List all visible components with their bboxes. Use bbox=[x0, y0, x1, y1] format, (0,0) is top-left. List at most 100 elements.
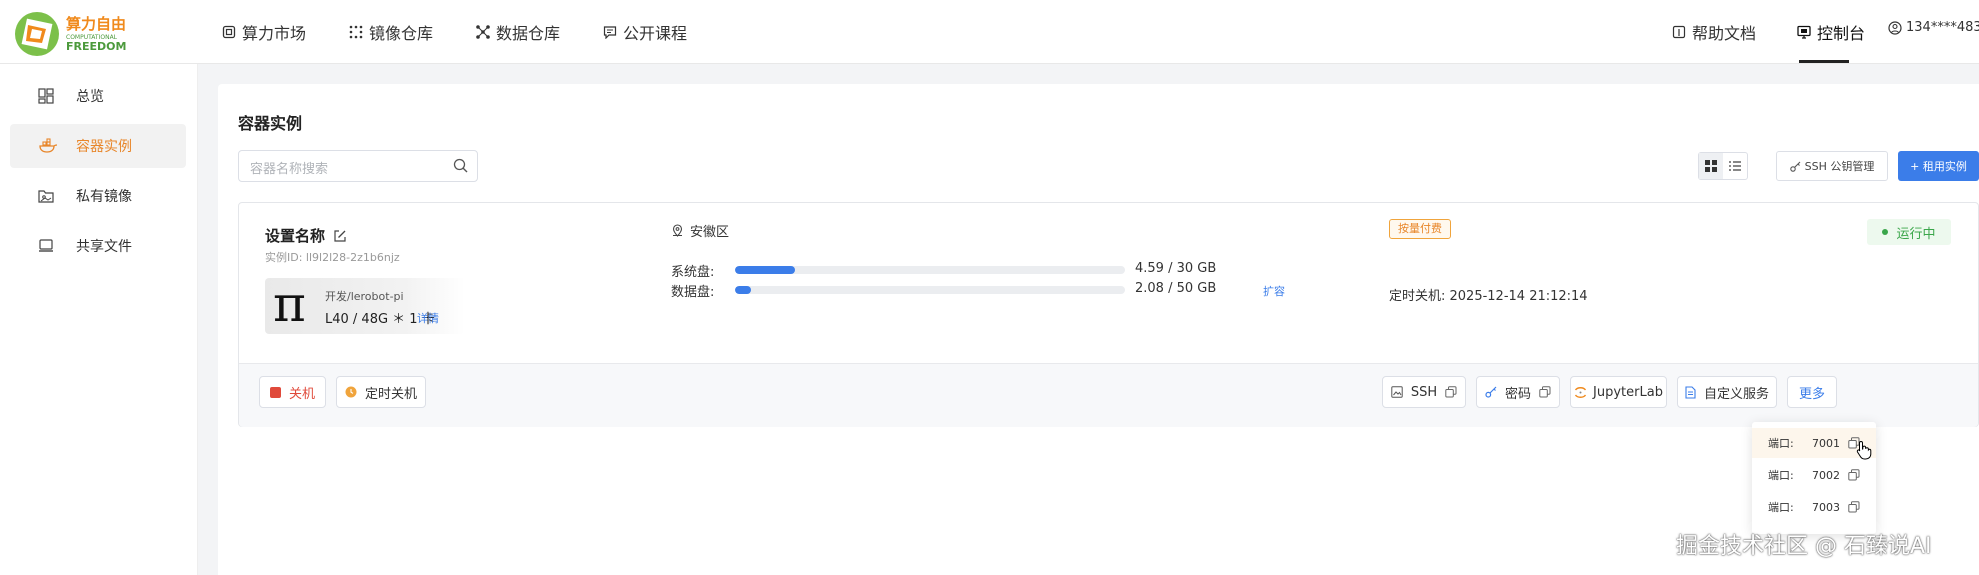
search-placeholder: 容器名称搜索 bbox=[250, 162, 329, 177]
jupyter-icon bbox=[1574, 386, 1587, 398]
sidebar-item-containers[interactable]: 容器实例 bbox=[10, 124, 186, 168]
custom-service-button[interactable]: 自定义服务 bbox=[1677, 376, 1777, 408]
system-disk-label: 系统盘: bbox=[671, 265, 715, 280]
nav-label: 控制台 bbox=[1817, 24, 1866, 43]
active-nav-indicator bbox=[1799, 60, 1849, 63]
search-icon[interactable] bbox=[453, 158, 468, 173]
nav-label: 镜像仓库 bbox=[369, 24, 434, 43]
timer-shutdown-button[interactable]: 定时关机 bbox=[336, 376, 426, 408]
status-badge: 运行中 bbox=[1867, 219, 1951, 245]
image-name: 开发/lerobot-pi bbox=[325, 290, 404, 303]
list-icon bbox=[1729, 161, 1741, 171]
port-label: 端口: bbox=[1768, 501, 1794, 514]
port-item[interactable]: 端口: 7003 bbox=[1752, 492, 1876, 522]
port-item[interactable]: 端口: 7002 bbox=[1752, 460, 1876, 490]
sidebar-item-private-images[interactable]: 私有镜像 bbox=[10, 174, 186, 218]
password-label: 密码 bbox=[1504, 386, 1531, 402]
port-dropdown: 端口: 7001 端口: 7002 端口: 7003 bbox=[1752, 422, 1876, 534]
instance-id: 实例ID: ll9l2l28-2z1b6njz bbox=[265, 251, 400, 264]
top-header: 算力自由 COMPUTATIONAL FREEDOM 算力市场 镜像仓库 数据仓… bbox=[0, 0, 1979, 64]
list-view-button[interactable] bbox=[1723, 153, 1747, 179]
hand-cursor-icon bbox=[1856, 440, 1872, 460]
more-button[interactable]: 更多 bbox=[1787, 376, 1837, 408]
nav-data-repo[interactable]: 数据仓库 bbox=[476, 20, 560, 44]
ssh-key-manage-label: SSH 公钥管理 bbox=[1804, 160, 1875, 173]
data-disk-value: 2.08 / 50 GB bbox=[1135, 281, 1217, 296]
main-panel: 容器实例 容器名称搜索 SSH 公钥管理 + 租用实例 设置名称 实例ID: l… bbox=[218, 84, 1979, 575]
instance-card: 设置名称 实例ID: ll9l2l28-2z1b6njz π 开发/lerobo… bbox=[238, 202, 1979, 427]
nav-compute-market[interactable]: 算力市场 bbox=[222, 20, 306, 44]
container-icon bbox=[38, 138, 58, 154]
logo[interactable]: 算力自由 COMPUTATIONAL FREEDOM bbox=[14, 11, 126, 57]
copy-icon[interactable] bbox=[1848, 501, 1860, 513]
watermark: 掘金技术社区 @ 石臻说AI bbox=[1676, 534, 1932, 559]
jupyterlab-label: JupyterLab bbox=[1593, 384, 1663, 400]
data-disk-label: 数据盘: bbox=[671, 285, 715, 300]
stop-icon bbox=[269, 386, 281, 398]
status-dot-icon bbox=[1882, 229, 1889, 235]
port-value: 7001 bbox=[1812, 436, 1840, 450]
sidebar-item-label: 私有镜像 bbox=[76, 189, 132, 205]
sidebar-item-label: 总览 bbox=[76, 89, 104, 105]
custom-service-label: 自定义服务 bbox=[1703, 386, 1769, 402]
page-title: 容器实例 bbox=[238, 114, 303, 133]
status-label: 运行中 bbox=[1896, 226, 1936, 242]
ssh-button[interactable]: SSH bbox=[1382, 376, 1466, 408]
search-input[interactable]: 容器名称搜索 bbox=[238, 150, 478, 182]
ssh-key-manage-button[interactable]: SSH 公钥管理 bbox=[1776, 151, 1888, 181]
system-disk-fill bbox=[735, 266, 795, 274]
nav-console[interactable]: 控制台 bbox=[1797, 20, 1865, 44]
clock-icon bbox=[345, 386, 357, 398]
edit-icon[interactable] bbox=[333, 229, 347, 243]
nav-courses[interactable]: 公开课程 bbox=[603, 20, 687, 44]
chat-icon bbox=[603, 26, 617, 39]
logo-title: 算力自由 bbox=[66, 14, 127, 33]
nav-image-repo[interactable]: 镜像仓库 bbox=[349, 20, 433, 44]
rent-instance-button[interactable]: + 租用实例 bbox=[1898, 151, 1979, 181]
billing-badge: 按量付费 bbox=[1389, 219, 1451, 239]
image-logo: π bbox=[273, 275, 306, 333]
system-disk-value: 4.59 / 30 GB bbox=[1135, 261, 1217, 276]
logo-mark-icon bbox=[15, 12, 59, 56]
shutdown-label: 关机 bbox=[288, 386, 315, 402]
document-icon bbox=[1685, 385, 1696, 399]
copy-icon[interactable] bbox=[1539, 386, 1551, 398]
nav-help-docs[interactable]: 帮助文档 bbox=[1672, 20, 1756, 44]
key-icon bbox=[1485, 386, 1497, 398]
region: 安徽区 bbox=[671, 221, 729, 240]
user-menu[interactable]: 134****4835 bbox=[1888, 20, 1979, 35]
logo-subtitle-2: FREEDOM bbox=[66, 39, 127, 53]
image-icon bbox=[1391, 386, 1403, 398]
port-label: 端口: bbox=[1768, 469, 1794, 482]
user-phone: 134****4835 bbox=[1906, 20, 1979, 35]
port-value: 7002 bbox=[1812, 468, 1840, 482]
copy-icon[interactable] bbox=[1848, 469, 1860, 481]
sidebar-item-shared-files[interactable]: 共享文件 bbox=[10, 224, 186, 268]
shutdown-timer: 定时关机: 2025-12-14 21:12:14 bbox=[1389, 289, 1588, 304]
sidebar-item-label: 共享文件 bbox=[76, 239, 132, 255]
data-disk-bar bbox=[735, 286, 1125, 294]
system-disk-bar bbox=[735, 266, 1125, 274]
detail-link[interactable]: 详情 bbox=[417, 310, 439, 326]
image-info: π 开发/lerobot-pi L40 / 48G ＊ 1 卡 详情 bbox=[265, 275, 465, 334]
password-button[interactable]: 密码 bbox=[1476, 376, 1560, 408]
expand-link[interactable]: 扩容 bbox=[1263, 283, 1285, 299]
chip-icon bbox=[222, 25, 236, 39]
timer-shutdown-label: 定时关机 bbox=[364, 386, 417, 402]
location-icon bbox=[672, 224, 683, 237]
nav-label: 帮助文档 bbox=[1692, 24, 1757, 43]
dots-icon bbox=[349, 25, 363, 39]
folder-image-icon bbox=[38, 188, 54, 204]
data-disk-fill bbox=[735, 286, 752, 294]
copy-icon[interactable] bbox=[1445, 386, 1457, 398]
jupyterlab-button[interactable]: JupyterLab bbox=[1570, 376, 1667, 408]
grid-view-button[interactable] bbox=[1699, 153, 1723, 179]
view-toggle bbox=[1698, 152, 1748, 180]
shutdown-button[interactable]: 关机 bbox=[259, 376, 326, 408]
key-icon bbox=[1789, 161, 1801, 172]
instance-name: 设置名称 bbox=[265, 227, 326, 245]
ssh-label: SSH bbox=[1410, 384, 1438, 400]
sidebar-item-overview[interactable]: 总览 bbox=[10, 74, 186, 118]
port-label: 端口: bbox=[1768, 437, 1794, 450]
drive-icon bbox=[38, 238, 54, 254]
